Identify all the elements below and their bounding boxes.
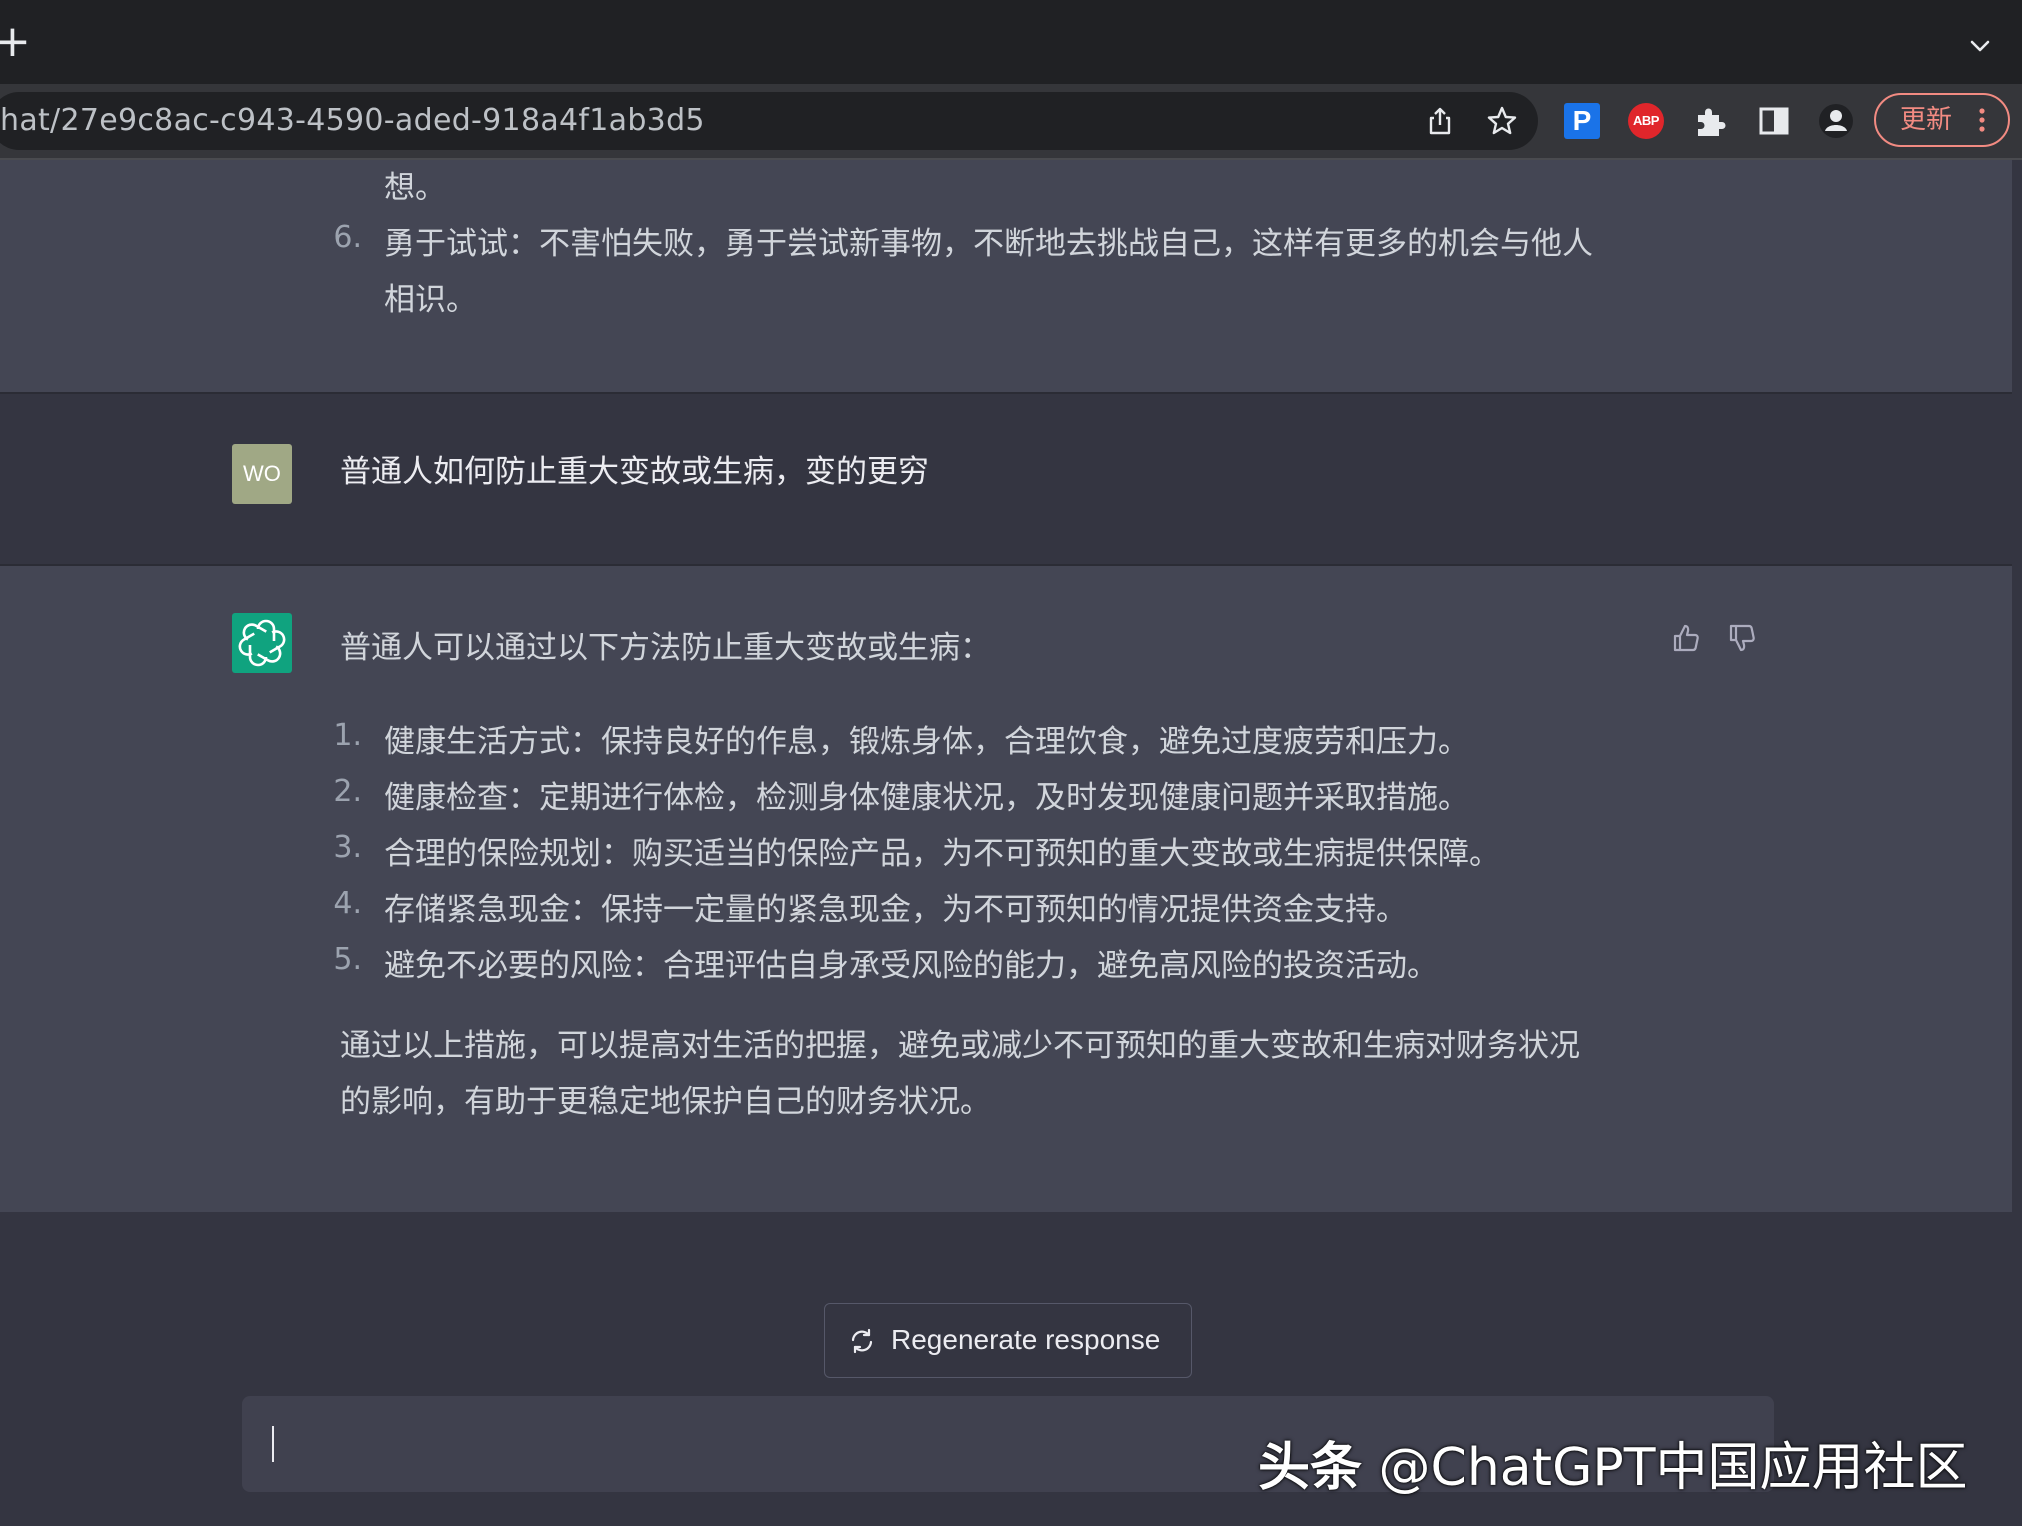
regenerate-label: Regenerate response — [891, 1324, 1161, 1355]
tab-strip: + — [0, 0, 2022, 84]
adblock-plus-icon[interactable]: ABP — [1628, 103, 1664, 139]
watermark-handle: @ChatGPT中国应用社区 — [1362, 1438, 1968, 1498]
prev-answer-tail: 想。 — [384, 170, 446, 206]
url-text[interactable]: hat/27e9c8ac-c943-4590-aded-918a4f1ab3d5 — [0, 92, 705, 150]
thumbs-up-icon[interactable] — [1670, 622, 1702, 654]
plus-icon[interactable]: + — [0, 20, 31, 64]
list-number: 2. — [333, 774, 362, 809]
profile-icon[interactable] — [1818, 103, 1854, 139]
list-number: 6. — [333, 220, 362, 255]
address-bar[interactable]: hat/27e9c8ac-c943-4590-aded-918a4f1ab3d5 — [0, 92, 1538, 150]
watermark: 头条 @ChatGPT中国应用社区 — [1258, 1425, 1967, 1500]
assistant-conclusion: 的影响，有助于更稳定地保护自己的财务状况。 — [340, 1084, 991, 1120]
browser-toolbar: hat/27e9c8ac-c943-4590-aded-918a4f1ab3d5… — [0, 84, 2022, 160]
list-number: 4. — [333, 886, 362, 921]
list-item-text: 存储紧急现金：保持一定量的紧急现金，为不可预知的情况提供资金支持。 — [384, 892, 1407, 928]
list-item-text: 勇于试试：不害怕失败，勇于尝试新事物，不断地去挑战自己，这样有更多的机会与他人 — [384, 226, 1593, 262]
star-icon[interactable] — [1486, 105, 1518, 137]
regenerate-button[interactable]: Regenerate response — [824, 1303, 1192, 1378]
thumbs-down-icon[interactable] — [1726, 622, 1758, 654]
list-item-text: 健康生活方式：保持良好的作息，锻炼身体，合理饮食，避免过度疲劳和压力。 — [384, 724, 1469, 760]
avatar: WO — [232, 444, 292, 504]
list-number: 3. — [333, 830, 362, 865]
puzzle-icon[interactable] — [1692, 103, 1728, 139]
text-caret — [272, 1426, 274, 1462]
list-number: 1. — [333, 718, 362, 753]
scrollbar-track[interactable] — [2012, 160, 2022, 1526]
openai-logo-icon — [238, 619, 286, 667]
list-item-text: 相识。 — [384, 282, 477, 318]
assistant-message: 普通人可以通过以下方法防止重大变故或生病： 1. 健康生活方式：保持良好的作息，… — [0, 566, 2012, 1212]
user-message: 普通人如何防止重大变故或生病，变的更穷 — [0, 394, 2012, 564]
list-item-text: 健康检查：定期进行体检，检测身体健康状况，及时发现健康问题并采取措施。 — [384, 780, 1469, 816]
watermark-brand: 头条 — [1258, 1438, 1363, 1498]
list-item-text: 合理的保险规划：购买适当的保险产品，为不可预知的重大变故或生病提供保障。 — [384, 836, 1500, 872]
extension-p-icon[interactable]: P — [1564, 103, 1600, 139]
previous-assistant-message: 想。 6. 勇于试试：不害怕失败，勇于尝试新事物，不断地去挑战自己，这样有更多的… — [0, 160, 2012, 392]
side-panel-icon[interactable] — [1756, 103, 1792, 139]
avatar — [232, 613, 292, 673]
list-item-text: 避免不必要的风险：合理评估自身承受风险的能力，避免高风险的投资活动。 — [384, 948, 1438, 984]
chevron-down-icon[interactable] — [1966, 36, 1994, 56]
assistant-conclusion: 通过以上措施，可以提高对生活的把握，避免或减少不可预知的重大变故和生病对财务状况 — [340, 1028, 1580, 1064]
update-button[interactable]: 更新 — [1874, 93, 2010, 147]
update-label: 更新 — [1900, 105, 1953, 135]
assistant-intro: 普通人可以通过以下方法防止重大变故或生病： — [340, 630, 991, 666]
more-vert-icon[interactable] — [1978, 107, 1986, 133]
list-number: 5. — [333, 942, 362, 977]
refresh-icon — [851, 1328, 873, 1354]
user-message-text: 普通人如何防止重大变故或生病，变的更穷 — [340, 454, 929, 490]
share-icon[interactable] — [1424, 105, 1456, 137]
